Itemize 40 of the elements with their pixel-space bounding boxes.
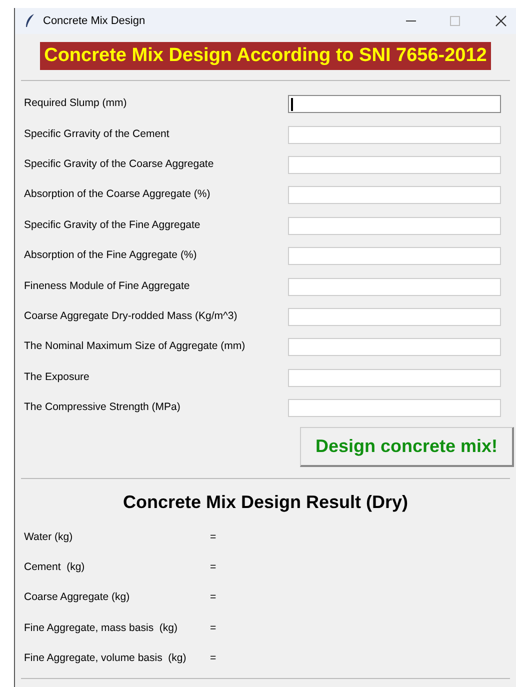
- input-field[interactable]: [288, 95, 501, 114]
- field-label: Coarse Aggregate Dry-rodded Mass (Kg/m^3): [23, 309, 238, 324]
- field-label: Specific Gravity of the Coarse Aggregate: [23, 157, 215, 172]
- field-label: Required Slump (mm): [23, 96, 128, 112]
- title-banner: Concrete Mix Design According to SNI 7656-2012: [40, 42, 491, 70]
- input-field[interactable]: [288, 186, 501, 204]
- field-label: Specific Gravity of the Fine Aggregate: [23, 218, 202, 233]
- field-label: Absorption of the Fine Aggregate (%): [23, 248, 198, 264]
- input-field[interactable]: [288, 156, 501, 174]
- result-label: Cement (kg): [24, 560, 86, 575]
- field-label: Absorption of the Coarse Aggregate (%): [23, 187, 212, 202]
- field-label: The Compressive Strength (MPa): [23, 400, 182, 416]
- result-label: Water (kg): [24, 530, 74, 545]
- input-field[interactable]: [288, 399, 501, 418]
- result-label: Fine Aggregate, mass basis (kg): [24, 620, 178, 636]
- equals-sign: =: [210, 560, 216, 575]
- equals-sign: =: [210, 590, 216, 606]
- input-field[interactable]: [288, 308, 501, 326]
- text-cursor: [291, 98, 292, 111]
- maximize-icon[interactable]: [450, 16, 460, 26]
- field-label: The Nominal Maximum Size of Aggregate (mm): [23, 339, 246, 354]
- field-label: Fineness Module of Fine Aggregate: [23, 278, 191, 294]
- results-title: Concrete Mix Design Result (Dry): [122, 491, 410, 514]
- design-button[interactable]: Design concrete mix!: [300, 427, 514, 468]
- input-field[interactable]: [288, 216, 501, 235]
- equals-sign: =: [210, 651, 216, 666]
- field-label: The Exposure: [23, 370, 90, 385]
- close-icon[interactable]: [495, 15, 507, 27]
- result-label: Fine Aggregate, volume basis (kg): [24, 651, 188, 666]
- field-label: Specific Grravity of the Cement: [23, 126, 170, 142]
- window-title: Concrete Mix Design: [43, 14, 146, 29]
- equals-sign: =: [210, 620, 216, 636]
- input-field[interactable]: [288, 247, 501, 266]
- input-field[interactable]: [288, 368, 501, 387]
- feather-icon: [25, 14, 35, 28]
- input-field[interactable]: [288, 278, 501, 296]
- input-field[interactable]: [288, 126, 501, 144]
- equals-sign: =: [210, 530, 216, 545]
- input-field[interactable]: [288, 338, 501, 356]
- result-label: Coarse Aggregate (kg): [24, 590, 131, 606]
